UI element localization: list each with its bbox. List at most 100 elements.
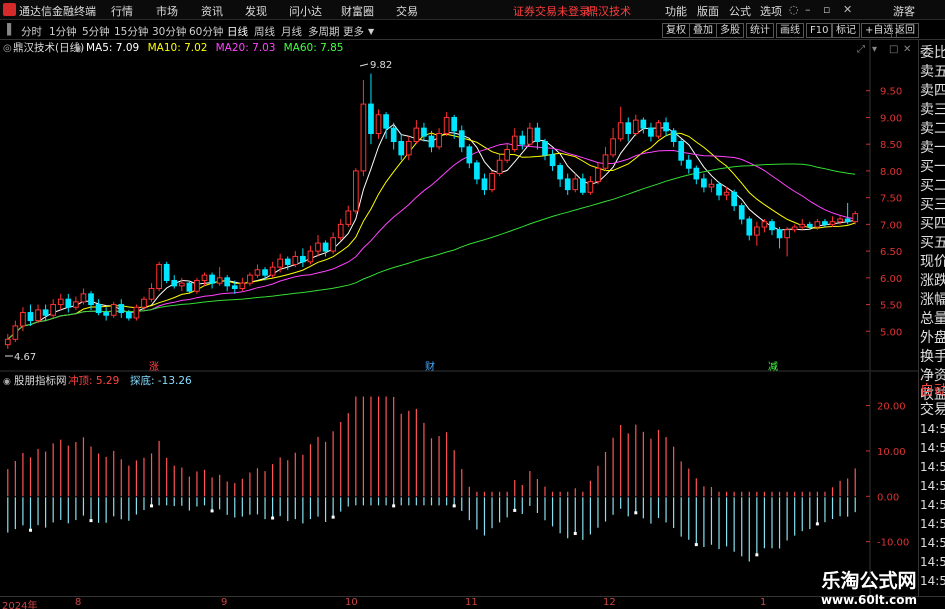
candle-body — [670, 130, 677, 143]
candle-body — [527, 127, 533, 145]
menu-caifuquan[interactable]: 财富圈 — [341, 3, 374, 19]
candle-body — [103, 312, 109, 316]
y-tick-label: 8.00 — [880, 167, 902, 178]
candle-body — [171, 279, 178, 287]
btn-huaxian[interactable]: 画线 — [776, 23, 804, 38]
guest-label[interactable]: 游客 — [893, 3, 915, 19]
menu-gongshi[interactable]: 公式 — [729, 3, 751, 19]
menu-zixun[interactable]: 资讯 — [201, 3, 223, 19]
indicator-chart[interactable]: 20.00 10.00 0.00 -10.00 ◉ 股朋指标网 冲顶: 5.29 探底:… — [0, 372, 945, 596]
legend-toggle-icon[interactable]: ◉ — [74, 44, 82, 54]
menu-faxian[interactable]: 发现 — [245, 3, 267, 19]
indicator-dot — [513, 508, 517, 512]
candle-body — [216, 277, 223, 284]
period-30min[interactable]: 30分钟 — [152, 24, 186, 39]
chart-settings-icon[interactable]: ◎ — [3, 43, 12, 54]
candle-body — [791, 226, 798, 231]
date-label-dec: 12 — [603, 597, 616, 608]
period-more[interactable]: 更多 — [343, 24, 364, 39]
side-panel-item: 委比 — [920, 45, 945, 61]
candle-body — [277, 258, 284, 268]
candle-body — [247, 274, 253, 284]
period-weekly[interactable]: 周线 — [254, 24, 275, 39]
ind-legend-label: 冲顶: 5.29 — [68, 374, 119, 387]
btn-duogu[interactable]: 多股 — [716, 23, 744, 38]
period-fenshi[interactable]: 分时 — [21, 24, 42, 39]
candle-body — [57, 298, 64, 306]
y-tick-label: 9.50 — [880, 87, 902, 98]
menu-banmian[interactable]: 版面 — [697, 3, 719, 19]
menu-hangqing[interactable]: 行情 — [111, 3, 133, 19]
trading-login-status[interactable]: 证券交易未登录 — [513, 3, 590, 19]
btn-diejia[interactable]: 叠加 — [689, 23, 717, 38]
indicator-dot — [755, 553, 759, 557]
indicator-dot — [331, 515, 335, 519]
auto-trade-toggle[interactable]: 自动 — [920, 382, 945, 401]
chart-maximize-icon[interactable]: □ — [889, 44, 898, 55]
indicator-dot — [573, 531, 577, 535]
candle-body — [12, 325, 19, 340]
menu-jiaoyi[interactable]: 交易 — [396, 3, 418, 19]
side-panel-item: 涨跌 — [920, 273, 945, 289]
menu-shichang[interactable]: 市场 — [156, 3, 178, 19]
top-menu-bar: 通达信金融终端 行情 市场 资讯 发现 问小达 财富圈 交易 证券交易未登录 鼎… — [0, 0, 945, 20]
more-dropdown-icon[interactable]: ▼ — [368, 27, 374, 36]
main-kline-chart[interactable]: 9.50 9.00 8.50 8.00 7.50 7.00 6.50 6.00 5.50 5.00… — [0, 40, 945, 373]
btn-fuquan[interactable]: 复权 — [662, 23, 690, 38]
indicator-dot — [28, 528, 32, 532]
side-panel-item: 卖三 — [920, 102, 945, 118]
event-marker-jian[interactable]: 减 — [768, 361, 778, 373]
event-marker-cai[interactable]: 财 — [425, 360, 435, 373]
indicator-toggle-icon[interactable]: ◉ — [3, 377, 11, 387]
minimize-icon[interactable]: – — [805, 3, 811, 16]
candle-body — [224, 277, 231, 287]
period-multi[interactable]: 多周期 — [308, 24, 340, 39]
candle-body — [579, 178, 586, 193]
candle-body — [375, 114, 382, 134]
candle-body — [292, 255, 299, 265]
tick-time: 14:56 — [920, 422, 945, 436]
candle-body — [413, 127, 420, 143]
side-panel-item: 总量 — [920, 311, 945, 327]
indicator-chart-svg[interactable]: 20.00 10.00 0.00 -10.00 ◉ 股朋指标网 冲顶: 5.29 探底:… — [0, 372, 945, 596]
period-15min[interactable]: 15分钟 — [114, 24, 148, 39]
ind-y-tick-label: -10.00 — [877, 538, 909, 549]
candle-body — [451, 116, 458, 132]
period-daily[interactable]: 日线 — [227, 24, 248, 39]
candle-body — [269, 266, 276, 276]
period-5min[interactable]: 5分钟 — [82, 24, 110, 39]
collapse-toggle-icon[interactable]: ▐ — [3, 24, 11, 36]
candle-body — [496, 159, 503, 175]
event-marker-zhang[interactable]: 涨 — [149, 361, 159, 373]
y-tick-label: 8.50 — [880, 140, 902, 151]
period-1min[interactable]: 1分钟 — [49, 24, 77, 39]
candle-body — [307, 250, 314, 263]
date-label-oct: 10 — [345, 597, 358, 608]
candle-body — [708, 183, 715, 188]
chart-menu-icon[interactable]: ▾ — [872, 44, 877, 55]
ind-y-tick-label: 20.00 — [877, 402, 906, 413]
user-icon[interactable]: ◌ — [789, 3, 799, 16]
menu-xuanxiang[interactable]: 选项 — [760, 3, 782, 19]
chart-close-icon[interactable]: ✕ — [903, 44, 911, 55]
btn-tongji[interactable]: 统计 — [746, 23, 774, 38]
candle-body — [239, 282, 246, 290]
close-icon[interactable]: ✕ — [843, 3, 852, 16]
btn-fanhui[interactable]: 返回 — [891, 23, 919, 38]
candle-body — [186, 282, 193, 292]
period-monthly[interactable]: 月线 — [281, 24, 302, 39]
menu-wenxiaoda[interactable]: 问小达 — [289, 3, 322, 19]
period-toolbar: ▐ 分时 1分钟 5分钟 15分钟 30分钟 60分钟 日线 周线 月线 多周期… — [0, 21, 945, 40]
candle-body — [163, 263, 170, 281]
btn-biaoji[interactable]: 标记 — [832, 23, 860, 38]
main-chart-svg[interactable]: 9.50 9.00 8.50 8.00 7.50 7.00 6.50 6.00 5.50 5.00… — [0, 40, 945, 373]
menu-gongneng[interactable]: 功能 — [665, 3, 687, 19]
candle-body — [716, 183, 722, 196]
period-60min[interactable]: 60分钟 — [189, 24, 223, 39]
btn-f10[interactable]: F10 — [806, 23, 833, 38]
side-panel-item: 买一 — [920, 159, 945, 175]
candle-body — [50, 304, 57, 316]
restore-icon[interactable]: ▫ — [823, 3, 830, 16]
high-price-label: 9.82 — [370, 60, 392, 71]
chart-expand-icon[interactable]: ⤢ — [857, 44, 865, 55]
